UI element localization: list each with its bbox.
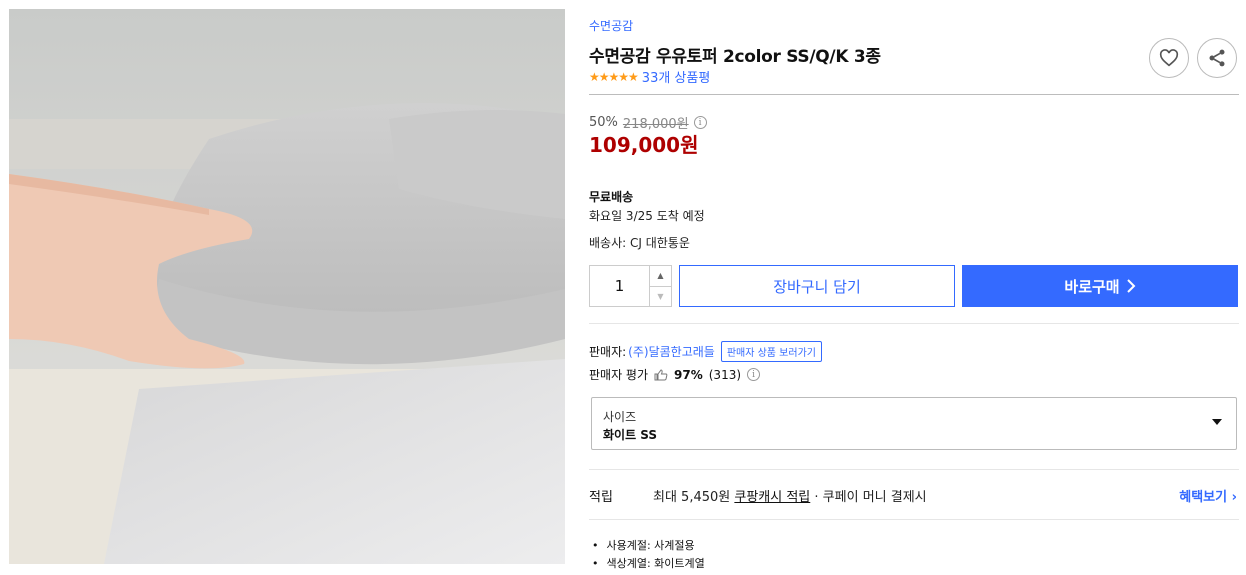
heart-icon bbox=[1159, 49, 1179, 67]
review-count-link[interactable]: 33개 상품평 bbox=[642, 67, 711, 86]
product-title: 수면공감 우유토퍼 2color SS/Q/K 3종 bbox=[589, 47, 881, 67]
product-image[interactable] bbox=[9, 9, 565, 564]
quantity-input[interactable]: 1 bbox=[590, 266, 649, 306]
product-rating: ★★★★★ 33개 상품평 bbox=[589, 67, 711, 87]
coupang-cash-link[interactable]: 쿠팡캐시 적립 bbox=[734, 490, 810, 505]
seller-rating-percent: 97% bbox=[674, 367, 703, 382]
chevron-right-icon bbox=[1126, 279, 1136, 293]
quantity-stepper[interactable]: 1 ▲ ▼ bbox=[589, 265, 672, 307]
attribute-item: 사용계절: 사계절용 bbox=[592, 537, 705, 555]
divider bbox=[589, 94, 1239, 95]
view-benefits-link[interactable]: 혜택보기 › bbox=[1179, 486, 1237, 505]
brand-link[interactable]: 수면공감 bbox=[589, 17, 633, 34]
reward-suffix: · 쿠페이 머니 결제시 bbox=[814, 490, 927, 505]
thumbs-up-icon bbox=[654, 368, 668, 380]
seller-label: 판매자: bbox=[589, 345, 627, 359]
seller-name-link[interactable]: (주)달콤한고래들 bbox=[628, 343, 715, 360]
courier-info: 배송사: CJ 대한통운 bbox=[589, 236, 690, 250]
quantity-down-icon[interactable]: ▼ bbox=[650, 287, 671, 307]
buy-now-button[interactable]: 바로구매 bbox=[962, 265, 1238, 307]
quantity-up-icon[interactable]: ▲ bbox=[650, 266, 671, 287]
seller-row: 판매자: (주)달콤한고래들 판매자 상품 보러가기 bbox=[589, 341, 822, 362]
chevron-down-icon bbox=[1212, 419, 1222, 425]
reward-label: 적립 bbox=[589, 490, 613, 505]
size-option-select[interactable]: 사이즈 화이트 SS bbox=[591, 397, 1237, 450]
arrival-date: 화요일 3/25 도착 예정 bbox=[589, 209, 705, 223]
attribute-item: 색상계열: 화이트계열 bbox=[592, 555, 705, 573]
add-to-cart-button[interactable]: 장바구니 담기 bbox=[679, 265, 955, 307]
option-value: 화이트 SS bbox=[603, 428, 658, 442]
share-icon bbox=[1209, 49, 1225, 67]
seller-rating-count: (313) bbox=[708, 367, 742, 382]
product-attributes: 사용계절: 사계절용 색상계열: 화이트계열 bbox=[592, 537, 705, 573]
seller-products-button[interactable]: 판매자 상품 보러가기 bbox=[720, 341, 822, 362]
free-shipping-label: 무료배송 bbox=[589, 190, 634, 204]
buy-now-label: 바로구매 bbox=[1064, 277, 1120, 296]
share-button[interactable] bbox=[1197, 38, 1237, 78]
quantity-arrows: ▲ ▼ bbox=[649, 266, 671, 306]
wishlist-button[interactable] bbox=[1149, 38, 1189, 78]
reward-text: 최대 5,450원 쿠팡캐시 적립 · 쿠페이 머니 결제시 bbox=[653, 486, 927, 505]
sale-price: 109,000원 bbox=[589, 133, 699, 157]
product-info: 수면공감 수면공감 우유토퍼 2color SS/Q/K 3종 ★★★★★ 33… bbox=[589, 0, 1239, 575]
divider bbox=[589, 519, 1239, 520]
option-label: 사이즈 bbox=[603, 410, 637, 424]
discount-rate: 50% bbox=[589, 115, 618, 130]
info-icon[interactable]: i bbox=[747, 368, 761, 381]
rating-stars: ★★★★★ bbox=[589, 69, 639, 84]
divider bbox=[589, 323, 1239, 324]
reward-prefix: 최대 5,450원 bbox=[653, 490, 731, 505]
info-icon[interactable]: i bbox=[693, 116, 707, 129]
seller-rating-label: 판매자 평가 bbox=[589, 368, 649, 382]
divider bbox=[589, 469, 1239, 470]
seller-rating-row: 판매자 평가 97% (313) i bbox=[589, 366, 761, 383]
